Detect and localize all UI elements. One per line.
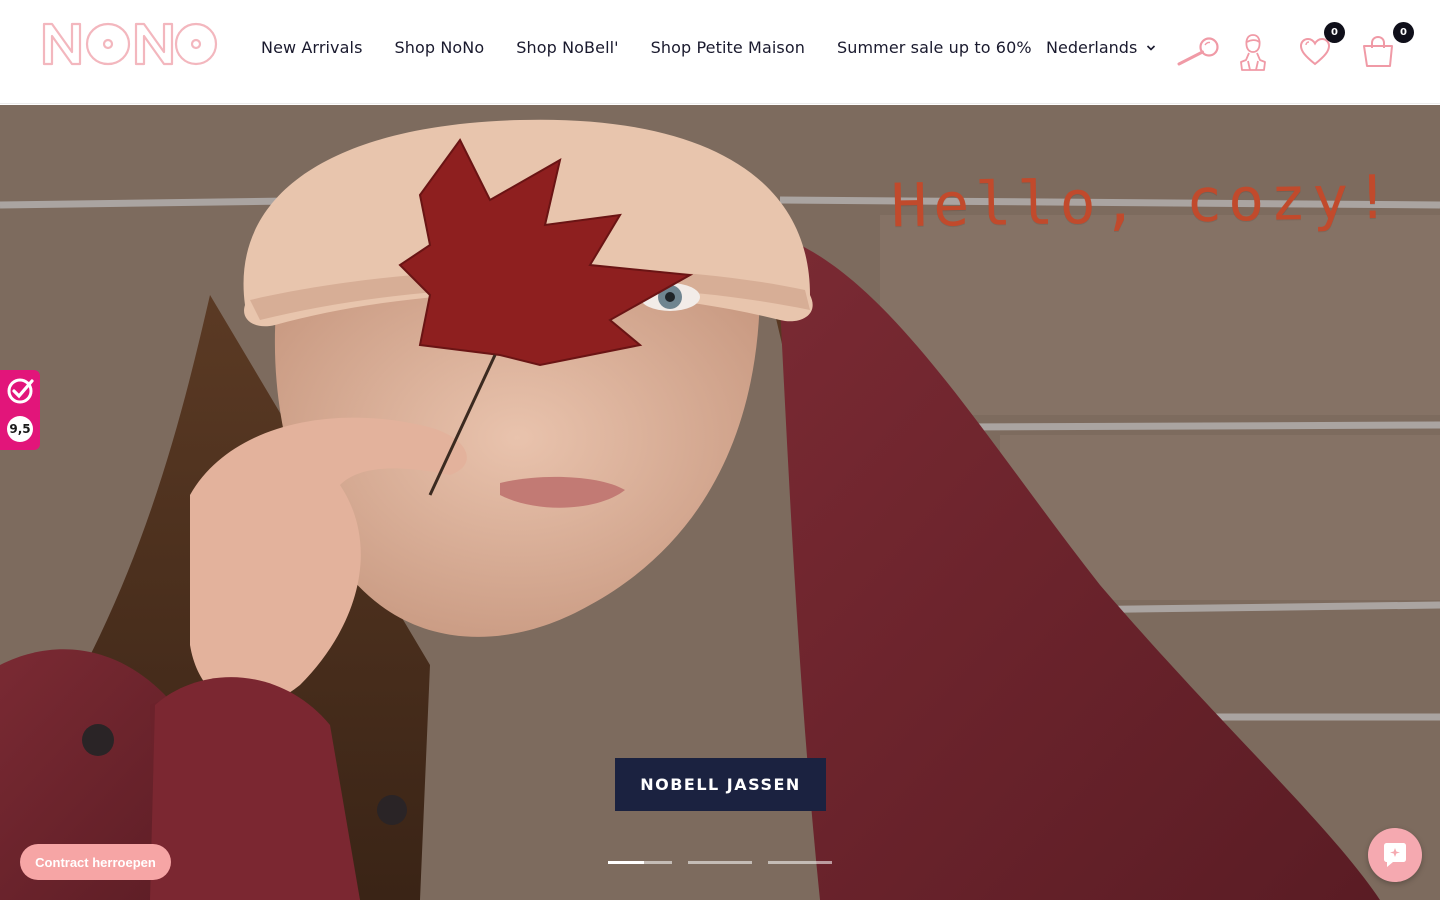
- nav-summer-sale[interactable]: Summer sale up to 60%: [837, 38, 1032, 57]
- nav-new-arrivals[interactable]: New Arrivals: [261, 38, 363, 57]
- nobell-jassen-button[interactable]: NOBELL JASSEN: [615, 758, 826, 811]
- language-label: Nederlands: [1046, 38, 1138, 57]
- nav-shop-nobell[interactable]: Shop NoBell': [516, 38, 618, 57]
- hero-headline: Hello, cozy!: [889, 162, 1397, 242]
- slide-dot-1[interactable]: [608, 861, 672, 864]
- contract-herroepen-button[interactable]: Contract herroepen: [20, 844, 171, 880]
- review-logo-icon: [7, 378, 34, 404]
- site-header: New Arrivals Shop NoNo Shop NoBell' Shop…: [0, 0, 1440, 104]
- heart-icon[interactable]: [1299, 37, 1331, 67]
- chat-button[interactable]: [1368, 828, 1422, 882]
- nav-shop-petite-maison[interactable]: Shop Petite Maison: [651, 38, 805, 57]
- search-icon[interactable]: [1176, 36, 1220, 68]
- hero-banner: Hello, cozy! NOBELL JASSEN: [0, 105, 1440, 900]
- wishlist-count-badge: 0: [1324, 22, 1345, 43]
- shopping-bag-icon[interactable]: [1361, 35, 1395, 69]
- slider-pagination: [608, 861, 848, 864]
- chat-icon: [1384, 843, 1406, 867]
- nav-shop-nono[interactable]: Shop NoNo: [395, 38, 485, 57]
- nono-logo[interactable]: [42, 22, 218, 66]
- chevron-down-icon: [1147, 44, 1156, 51]
- main-nav: New Arrivals Shop NoNo Shop NoBell' Shop…: [261, 38, 1064, 57]
- account-icon[interactable]: [1238, 32, 1268, 72]
- trust-badge[interactable]: 9,5: [0, 370, 40, 450]
- slide-dot-3[interactable]: [768, 861, 832, 864]
- language-selector[interactable]: Nederlands: [1046, 38, 1156, 57]
- cart-count-badge: 0: [1393, 22, 1414, 43]
- slide-dot-2[interactable]: [688, 861, 752, 864]
- trust-score: 9,5: [7, 416, 33, 442]
